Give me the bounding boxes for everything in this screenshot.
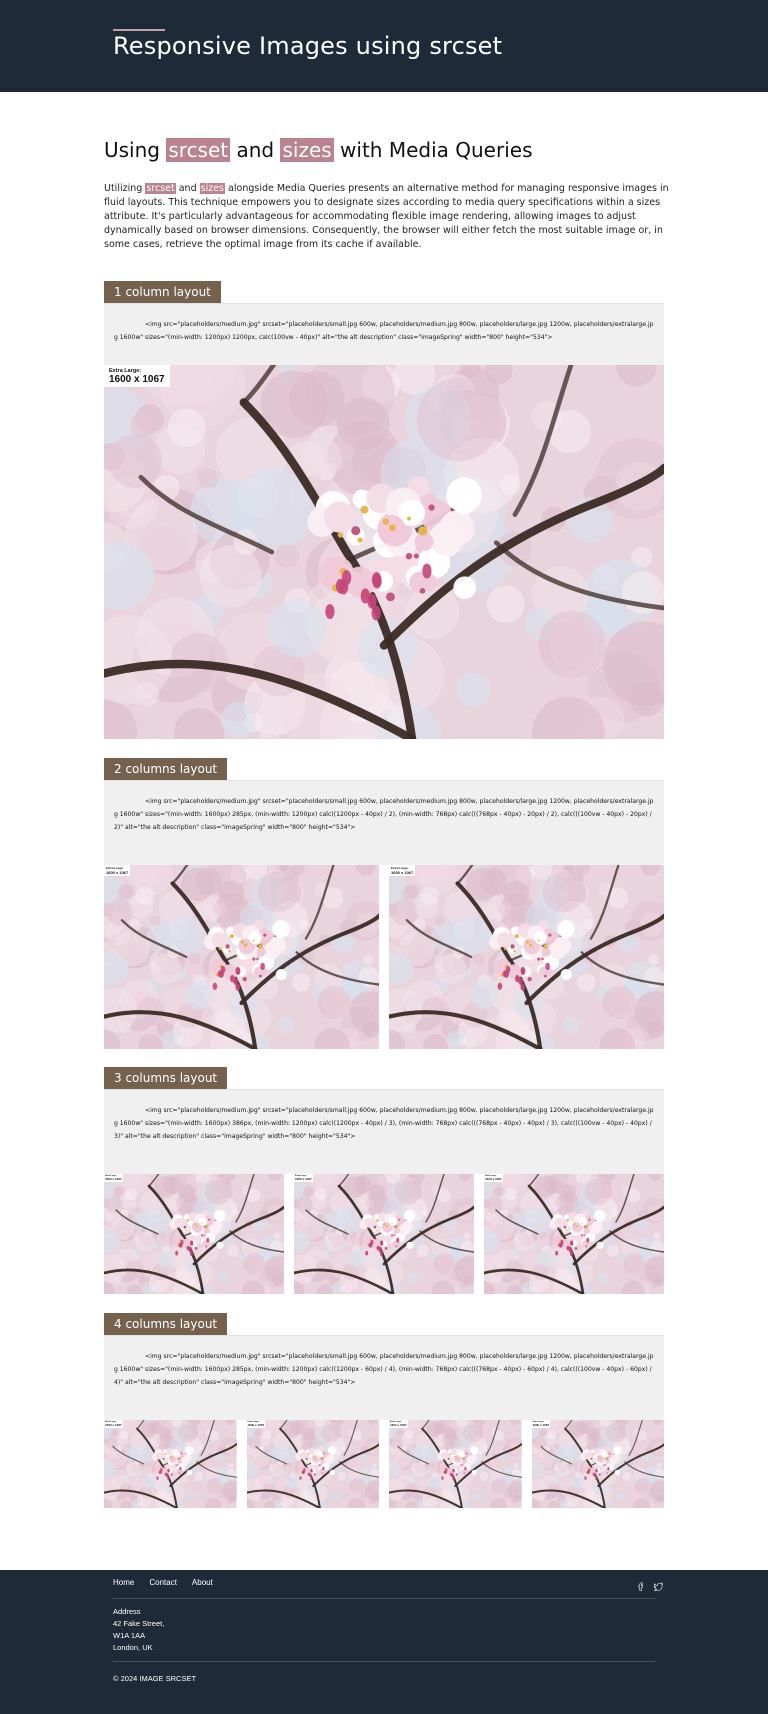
cherry-blossom-image: Extra Large: 1600 x 1067 bbox=[104, 1174, 284, 1294]
address-line: 42 Fake Street, bbox=[113, 1619, 165, 1628]
size-dimensions: 1600 x 1067 bbox=[105, 1177, 122, 1181]
main-content: Using srcset and sizes with Media Querie… bbox=[104, 92, 669, 1508]
footer-link-about[interactable]: About bbox=[192, 1578, 213, 1587]
size-dimensions: 1600 x 1067 bbox=[485, 1177, 502, 1181]
section-2-columns: 2 columns layout <img src="placeholders/… bbox=[104, 758, 664, 1049]
photo-graphic bbox=[104, 365, 664, 739]
address-heading: Address bbox=[113, 1607, 141, 1616]
image-size-label: Extra Large: 1600 x 1067 bbox=[531, 1420, 551, 1428]
code-block: <img src="placeholders/medium.jpg" srcse… bbox=[104, 1089, 664, 1174]
photo-graphic bbox=[104, 865, 379, 1049]
photo-graphic bbox=[389, 1420, 522, 1508]
site-title: Responsive Images using srcset bbox=[113, 32, 503, 60]
intro-text: and bbox=[178, 183, 197, 194]
image-size-label: Extra Large: 1600 x 1067 bbox=[104, 865, 131, 876]
cherry-blossom-image: Extra Large: 1600 x 1067 bbox=[104, 1420, 237, 1508]
section-title: 4 columns layout bbox=[104, 1313, 228, 1335]
section-1-column: 1 column layout <img src="placeholders/m… bbox=[104, 281, 664, 739]
cherry-blossom-image: Extra Large: 1600 x 1067 bbox=[389, 1420, 522, 1508]
heading-text: Using bbox=[104, 138, 160, 162]
cherry-blossom-image: Extra Large: 1600 x 1067 bbox=[246, 1420, 379, 1508]
code-text: <img src="placeholders/medium.jpg" srcse… bbox=[114, 1107, 654, 1140]
image-row: Extra Large: 1600 x 1067 bbox=[104, 365, 664, 739]
section-title: 3 columns layout bbox=[104, 1067, 228, 1089]
heading-code-sizes: sizes bbox=[280, 138, 334, 162]
cherry-blossom-image: Extra Large: 1600 x 1067 bbox=[294, 1174, 474, 1294]
size-dimensions: 1600 x 1067 bbox=[247, 1423, 265, 1427]
footer-divider bbox=[113, 1598, 655, 1599]
photo-graphic bbox=[389, 865, 664, 1049]
heading-text: with Media Queries bbox=[340, 138, 533, 162]
footer-link-home[interactable]: Home bbox=[113, 1578, 134, 1587]
cherry-blossom-image: Extra Large: 1600 x 1067 bbox=[389, 865, 664, 1049]
footer-nav: Home Contact About bbox=[113, 1578, 213, 1587]
title-accent-line bbox=[113, 29, 165, 31]
photo-graphic bbox=[104, 1174, 284, 1294]
address-line: London, UK bbox=[113, 1643, 153, 1652]
code-text: <img src="placeholders/medium.jpg" srcse… bbox=[114, 321, 654, 341]
size-dimensions: 1600 x 1067 bbox=[391, 870, 414, 875]
intro-paragraph: Utilizing srcset and sizes alongside Med… bbox=[104, 182, 669, 252]
photo-graphic bbox=[294, 1174, 474, 1294]
size-dimensions: 1600 x 1067 bbox=[295, 1177, 312, 1181]
photo-graphic bbox=[104, 1420, 237, 1508]
size-dimensions: 1600 x 1067 bbox=[109, 374, 165, 385]
code-block: <img src="placeholders/medium.jpg" srcse… bbox=[104, 780, 664, 865]
address-line: W1A 1AA bbox=[113, 1631, 146, 1640]
section-3-columns: 3 columns layout <img src="placeholders/… bbox=[104, 1067, 664, 1294]
intro-code-srcset: srcset bbox=[145, 183, 176, 194]
site-header: Responsive Images using srcset bbox=[0, 0, 768, 92]
section-4-columns: 4 columns layout <img src="placeholders/… bbox=[104, 1313, 664, 1508]
image-size-label: Extra Large: 1600 x 1067 bbox=[389, 865, 416, 876]
size-dimensions: 1600 x 1067 bbox=[106, 870, 129, 875]
size-dimensions: 1600 x 1067 bbox=[390, 1423, 407, 1427]
cherry-blossom-image: Extra Large: 1600 x 1067 bbox=[104, 365, 664, 739]
image-size-label: Extra Large: 1600 x 1067 bbox=[484, 1174, 503, 1182]
image-row: Extra Large: 1600 x 1067 Extra Large: 16… bbox=[104, 1420, 664, 1508]
size-dimensions: 1600 x 1067 bbox=[532, 1423, 550, 1427]
intro-text: Utilizing bbox=[104, 183, 143, 194]
image-row: Extra Large: 1600 x 1067 Extra Large: 16… bbox=[104, 1174, 664, 1294]
image-size-label: Extra Large: 1600 x 1067 bbox=[246, 1420, 266, 1428]
cherry-blossom-image: Extra Large: 1600 x 1067 bbox=[104, 865, 379, 1049]
image-size-label: Extra Large: 1600 x 1067 bbox=[104, 1174, 123, 1182]
code-block: <img src="placeholders/medium.jpg" srcse… bbox=[104, 303, 664, 365]
footer-divider bbox=[113, 1661, 655, 1662]
photo-graphic bbox=[531, 1420, 664, 1508]
footer-link-contact[interactable]: Contact bbox=[149, 1578, 177, 1587]
heading-code-srcset: srcset bbox=[166, 138, 231, 162]
footer-address: Address 42 Fake Street, W1A 1AA London, … bbox=[113, 1606, 164, 1654]
image-size-label: Extra Large: 1600 x 1067 bbox=[389, 1420, 408, 1428]
image-row: Extra Large: 1600 x 1067 Extra Large: 16… bbox=[104, 865, 664, 1049]
image-size-label: Extra Large: 1600 x 1067 bbox=[294, 1174, 313, 1182]
page-heading: Using srcset and sizes with Media Querie… bbox=[104, 135, 664, 165]
image-size-label: Extra Large: 1600 x 1067 bbox=[104, 365, 170, 387]
photo-graphic bbox=[484, 1174, 664, 1294]
social-links bbox=[636, 1578, 663, 1592]
code-text: <img src="placeholders/medium.jpg" srcse… bbox=[114, 798, 654, 831]
site-footer: Home Contact About Address 42 Fake Stree… bbox=[0, 1570, 768, 1714]
code-text: <img src="placeholders/medium.jpg" srcse… bbox=[114, 1353, 654, 1386]
copyright: © 2024 IMAGE SRCSET bbox=[113, 1674, 197, 1683]
heading-text: and bbox=[236, 138, 275, 162]
facebook-icon[interactable] bbox=[636, 1578, 645, 1591]
code-block: <img src="placeholders/medium.jpg" srcse… bbox=[104, 1335, 664, 1420]
section-title: 1 column layout bbox=[104, 281, 221, 303]
cherry-blossom-image: Extra Large: 1600 x 1067 bbox=[484, 1174, 664, 1294]
twitter-icon[interactable] bbox=[653, 1578, 663, 1592]
image-size-label: Extra Large: 1600 x 1067 bbox=[104, 1420, 123, 1428]
photo-graphic bbox=[246, 1420, 379, 1508]
section-title: 2 columns layout bbox=[104, 758, 228, 780]
size-dimensions: 1600 x 1067 bbox=[105, 1423, 122, 1427]
cherry-blossom-image: Extra Large: 1600 x 1067 bbox=[531, 1420, 664, 1508]
intro-code-sizes: sizes bbox=[199, 183, 226, 194]
